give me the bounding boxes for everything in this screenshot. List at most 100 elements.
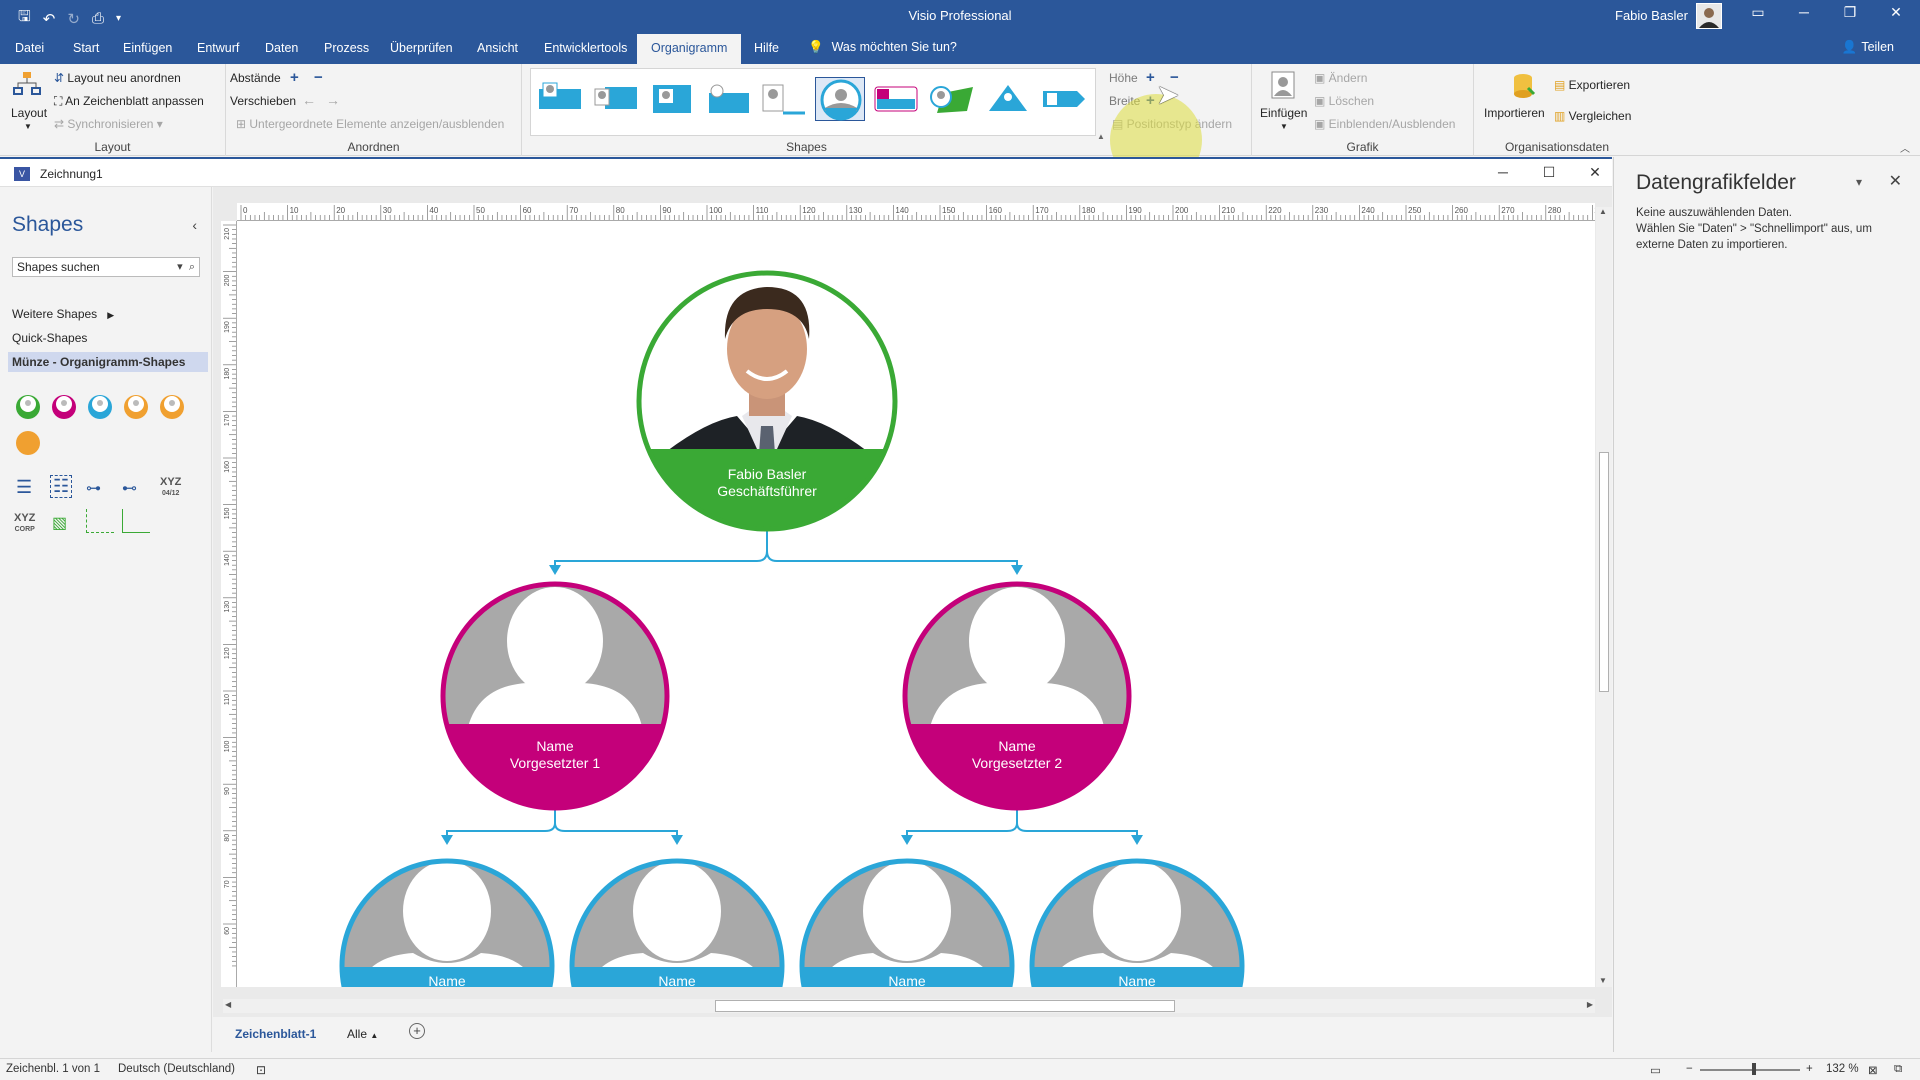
orgchart-node-ceo[interactable]: Fabio Basler Geschäftsführer: [636, 270, 898, 539]
stencil-coin-org[interactable]: Münze - Organigramm-Shapes: [8, 352, 208, 372]
orgchart-node-manager-2[interactable]: Name Vorgesetzter 2: [899, 581, 1139, 824]
presentation-mode-icon[interactable]: ▭: [1650, 1063, 1661, 1077]
fit-page-button[interactable]: ⛶ An Zeichenblatt anpassen: [54, 94, 204, 109]
gallery-style-7[interactable]: [871, 77, 921, 121]
change-picture-button[interactable]: ▣ Ändern: [1314, 71, 1367, 85]
stencil-coin-blue[interactable]: [88, 395, 112, 419]
restore-button[interactable]: ❐: [1830, 4, 1870, 21]
tab-ansicht[interactable]: Ansicht: [477, 41, 518, 55]
orgchart-node-staff-4[interactable]: Name: [1027, 851, 1247, 1074]
import-button[interactable]: Importieren: [1484, 106, 1545, 120]
zoom-level[interactable]: 132 %: [1826, 1063, 1859, 1075]
show-hide-picture-button[interactable]: ▣ Einblenden/Ausblenden: [1314, 117, 1455, 131]
stencil-dotted-connector-icon[interactable]: [86, 509, 114, 533]
tab-hilfe[interactable]: Hilfe: [754, 41, 779, 55]
spacing-minus-icon[interactable]: −: [314, 69, 323, 86]
stencil-hierarchy-2-icon[interactable]: ⊷: [122, 479, 137, 497]
stencil-xyz-corp-icon[interactable]: XYZ CORP: [14, 513, 35, 535]
zoom-out-icon[interactable]: −: [1686, 1063, 1693, 1075]
gallery-style-5[interactable]: [759, 77, 809, 121]
gallery-style-coin[interactable]: [815, 77, 865, 121]
gallery-scroll-up-icon[interactable]: ▲: [1097, 132, 1105, 141]
tell-me-search[interactable]: 💡 Was möchten Sie tun?: [808, 40, 957, 55]
gallery-style-9[interactable]: [983, 77, 1033, 121]
orgchart-node-manager-1[interactable]: Name Vorgesetzter 1: [437, 581, 677, 824]
gallery-style-8[interactable]: [927, 77, 977, 121]
quick-shapes-link[interactable]: Quick-Shapes: [12, 331, 87, 345]
zoom-in-icon[interactable]: +: [1806, 1063, 1813, 1075]
sheet-tab-1[interactable]: Zeichenblatt-1: [235, 1027, 316, 1041]
drawing-page[interactable]: Fabio Basler Geschäftsführer Name Vorges…: [237, 221, 1595, 1074]
orgchart-node-staff-1[interactable]: Name: [337, 851, 557, 1074]
stencil-list-icon[interactable]: ☰: [16, 477, 32, 498]
pane-close-icon[interactable]: ✕: [1889, 171, 1902, 191]
height-plus-icon[interactable]: +: [1146, 69, 1155, 86]
user-name[interactable]: Fabio Basler: [1615, 8, 1688, 23]
zoom-slider-thumb[interactable]: [1752, 1063, 1756, 1075]
status-language[interactable]: Deutsch (Deutschland): [118, 1063, 235, 1075]
show-hide-sub-button[interactable]: ⊞ Untergeordnete Elemente anzeigen/ausbl…: [236, 117, 504, 131]
collapse-ribbon-icon[interactable]: ︿: [1900, 140, 1910, 155]
user-avatar[interactable]: [1696, 3, 1722, 29]
tab-datei[interactable]: Datei: [15, 41, 44, 55]
scroll-up-icon[interactable]: ▲: [1599, 207, 1607, 216]
minimize-button[interactable]: ─: [1784, 4, 1824, 20]
stencil-picture-icon[interactable]: ▧: [52, 513, 67, 533]
tab-organigramm[interactable]: Organigramm: [637, 34, 742, 64]
relayout-button[interactable]: ⇵ Layout neu anordnen: [54, 71, 181, 85]
compare-button[interactable]: ▥ Vergleichen: [1554, 109, 1631, 123]
vertical-scrollbar[interactable]: ▲ ▼: [1596, 207, 1612, 987]
scroll-down-icon[interactable]: ▼: [1599, 976, 1607, 985]
horizontal-scroll-thumb[interactable]: [715, 1000, 1175, 1012]
gallery-style-2[interactable]: [591, 77, 641, 121]
tab-start[interactable]: Start: [73, 41, 99, 55]
tab-entwicklertools[interactable]: Entwicklertools: [544, 41, 627, 55]
add-sheet-icon[interactable]: +: [409, 1023, 425, 1039]
tab-daten[interactable]: Daten: [265, 41, 298, 55]
tab-einfuegen[interactable]: Einfügen: [123, 41, 172, 55]
layout-icon[interactable]: [12, 70, 42, 100]
import-icon[interactable]: [1508, 70, 1538, 100]
close-button[interactable]: ✕: [1876, 4, 1916, 21]
ribbon-display-icon[interactable]: ▭: [1738, 4, 1778, 21]
stencil-coin-magenta[interactable]: [52, 395, 76, 419]
shapes-search-input[interactable]: Shapes suchen ▾ ⌕: [12, 257, 200, 277]
spacing-plus-icon[interactable]: +: [290, 69, 299, 86]
tab-ueberpruefen[interactable]: Überprüfen: [390, 41, 453, 55]
arrow-left-icon[interactable]: ←: [302, 92, 316, 108]
insert-picture-button[interactable]: Einfügen: [1260, 106, 1307, 120]
sync-button[interactable]: ⇄ Synchronisieren ▾: [54, 117, 163, 131]
orgchart-node-staff-2[interactable]: Name: [567, 851, 787, 1074]
layout-button[interactable]: Layout: [11, 106, 47, 120]
search-icon[interactable]: ⌕: [189, 261, 195, 273]
arrow-right-icon[interactable]: →: [326, 92, 340, 108]
all-sheets-button[interactable]: Alle ▲: [347, 1027, 378, 1041]
doc-minimize-button[interactable]: ─: [1488, 164, 1518, 180]
tab-prozess[interactable]: Prozess: [324, 41, 369, 55]
stencil-coin-orange[interactable]: [124, 395, 148, 419]
dropdown-icon[interactable]: ▾: [177, 261, 183, 273]
vertical-scroll-thumb[interactable]: [1599, 452, 1609, 692]
switch-windows-icon[interactable]: ⧉: [1894, 1063, 1902, 1076]
doc-close-button[interactable]: ✕: [1580, 164, 1610, 181]
delete-picture-button[interactable]: ▣ Löschen: [1314, 94, 1374, 108]
gallery-style-10[interactable]: [1039, 77, 1089, 121]
stencil-xyz-date-icon[interactable]: XYZ 04/12: [160, 477, 181, 499]
stencil-coin-green[interactable]: [16, 395, 40, 419]
doc-restore-button[interactable]: ☐: [1534, 164, 1564, 181]
collapse-pane-icon[interactable]: ‹: [192, 217, 197, 233]
gallery-style-4[interactable]: [703, 77, 753, 121]
zoom-slider[interactable]: [1700, 1069, 1800, 1071]
scroll-left-icon[interactable]: ◀: [225, 1000, 231, 1009]
status-page[interactable]: Zeichenbl. 1 von 1: [6, 1063, 100, 1075]
horizontal-scrollbar[interactable]: ◀ ▶: [223, 999, 1595, 1013]
gallery-style-3[interactable]: [647, 77, 697, 121]
gallery-style-1[interactable]: [535, 77, 585, 121]
stencil-connector-icon[interactable]: [122, 509, 150, 533]
pane-options-icon[interactable]: ▾: [1856, 175, 1862, 189]
share-button[interactable]: 👤 Teilen: [1842, 40, 1894, 55]
stencil-list-selected-icon[interactable]: ☷: [50, 475, 73, 498]
tab-entwurf[interactable]: Entwurf: [197, 41, 239, 55]
fit-window-icon[interactable]: ⊠: [1868, 1063, 1878, 1077]
export-button[interactable]: ▤ Exportieren: [1554, 78, 1630, 92]
